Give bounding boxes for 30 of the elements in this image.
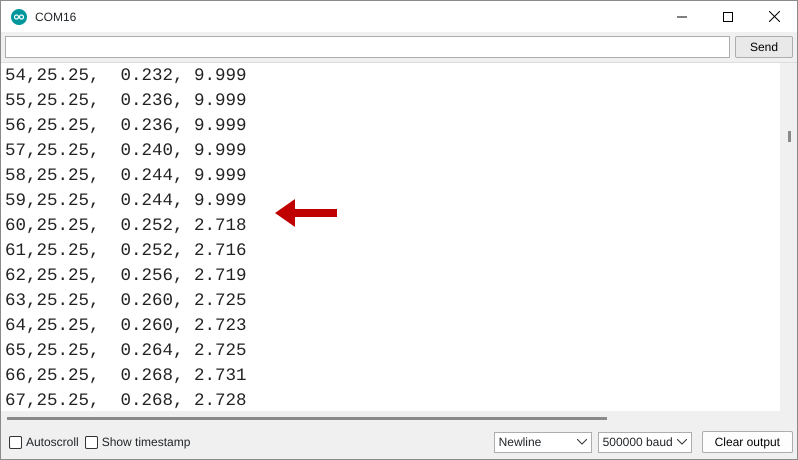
serial-output-line: 64,25.25, 0.260, 2.723 xyxy=(5,315,247,338)
arrow-icon xyxy=(275,198,337,228)
baud-rate-dropdown[interactable]: 500000 baud xyxy=(598,432,692,452)
scrollbar-thumb[interactable] xyxy=(7,416,607,420)
window-title: COM16 xyxy=(35,8,76,26)
close-icon xyxy=(768,11,780,22)
checkbox-option[interactable]: Show timestamp xyxy=(84,433,190,451)
serial-output-line: 58,25.25, 0.244, 9.999 xyxy=(5,165,247,188)
serial-output-line: 54,25.25, 0.232, 9.999 xyxy=(5,65,247,88)
send-field[interactable] xyxy=(5,36,730,58)
send-button[interactable]: Send xyxy=(734,36,793,58)
serial-output-line: 56,25.25, 0.236, 9.999 xyxy=(5,115,247,138)
checkbox-option[interactable]: Autoscroll xyxy=(9,433,79,451)
serial-output-line: 62,25.25, 0.256, 2.719 xyxy=(5,265,247,288)
serial-output-line: 61,25.25, 0.252, 2.716 xyxy=(5,240,247,263)
app-logo-icon xyxy=(11,8,27,24)
serial-output-line: 60,25.25, 0.252, 2.718 xyxy=(5,215,247,238)
serial-output-line: 59,25.25, 0.244, 9.999 xyxy=(5,190,247,213)
serial-output-line: 65,25.25, 0.264, 2.725 xyxy=(5,340,247,363)
serial-output-line: 67,25.25, 0.268, 2.728 xyxy=(5,390,247,411)
serial-output-line: 66,25.25, 0.268, 2.731 xyxy=(5,365,247,388)
caret-icon xyxy=(676,439,687,445)
clear-output-button[interactable]: Clear output xyxy=(702,431,793,453)
serial-output-line: 63,25.25, 0.260, 2.725 xyxy=(5,290,247,313)
line-ending-dropdown[interactable]: Newline xyxy=(494,432,592,452)
serial-output-line: 55,25.25, 0.236, 9.999 xyxy=(5,90,247,113)
serial-output-line: 57,25.25, 0.240, 9.999 xyxy=(5,140,247,163)
caret-icon xyxy=(576,439,587,445)
scrollbar-thumb[interactable] xyxy=(788,131,791,142)
maximize-icon xyxy=(723,12,733,22)
